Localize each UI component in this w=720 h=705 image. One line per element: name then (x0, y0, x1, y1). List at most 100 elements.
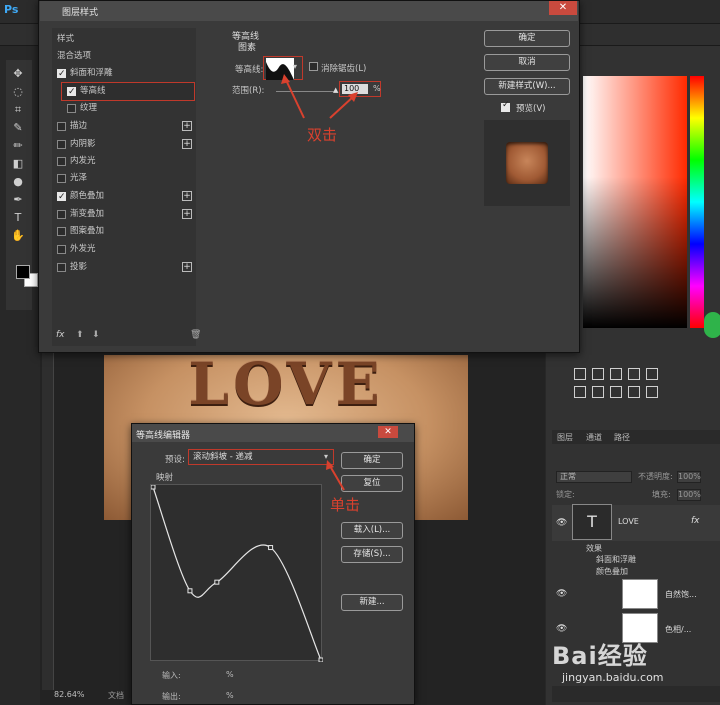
add-icon[interactable]: + (182, 191, 192, 201)
effect-item[interactable]: 斜面和浮雕 (596, 554, 636, 565)
curve-control-point[interactable] (318, 657, 324, 663)
style-item-color-overlay[interactable]: 颜色叠加 + (52, 188, 196, 206)
checkbox[interactable] (57, 210, 66, 219)
add-icon[interactable]: + (182, 209, 192, 219)
eyedropper-tool-icon[interactable]: ✎ (11, 122, 25, 134)
checkbox[interactable] (57, 189, 66, 206)
style-item-outer-glow[interactable]: 外发光 (52, 241, 196, 258)
fx-button[interactable]: fx (56, 330, 65, 340)
preview-checkbox[interactable] (501, 100, 510, 112)
eye-icon[interactable]: 👁 (556, 519, 567, 528)
eye-icon[interactable]: 👁 (556, 625, 567, 634)
style-item-stroke[interactable]: 描边 + (52, 118, 196, 135)
curve-control-point[interactable] (268, 545, 274, 551)
color-balance-icon[interactable] (592, 386, 604, 398)
trash-icon[interactable]: 🗑 (190, 330, 201, 340)
contour-graph[interactable] (150, 484, 324, 663)
move-up-icon[interactable]: ⬆ (76, 330, 84, 340)
checkbox[interactable] (57, 157, 66, 166)
ok-button[interactable]: 确定 (341, 452, 403, 469)
style-item-texture[interactable]: 纹理 (62, 100, 206, 117)
effect-item[interactable]: 颜色叠加 (596, 566, 628, 577)
style-item-pattern-overlay[interactable]: 图案叠加 (52, 223, 196, 240)
layer-name: 色相/... (665, 625, 692, 634)
fill-input[interactable]: 100% (677, 489, 701, 501)
eye-icon[interactable]: 👁 (556, 590, 567, 599)
save-button[interactable]: 存储(S)... (341, 546, 403, 563)
exposure-icon[interactable] (628, 368, 640, 380)
type-tool-icon[interactable]: T (11, 212, 25, 224)
brush-tool-icon[interactable]: ✏ (11, 140, 25, 152)
add-icon[interactable]: + (182, 139, 192, 149)
opacity-input[interactable]: 100% (677, 471, 701, 483)
color-field[interactable] (583, 76, 687, 328)
channel-mixer-icon[interactable] (646, 386, 658, 398)
new-style-button[interactable]: 新建样式(W)... (484, 78, 570, 95)
dodge-tool-icon[interactable]: ● (11, 176, 25, 188)
tab-channels[interactable]: 通道 (586, 432, 602, 443)
add-icon[interactable]: + (182, 262, 192, 272)
style-item-drop-shadow[interactable]: 投影 + (52, 259, 196, 276)
style-item-satin[interactable]: 光泽 (52, 170, 196, 187)
vibrance-icon[interactable] (646, 368, 658, 380)
checkbox[interactable] (57, 174, 66, 183)
floating-green-button[interactable] (704, 312, 720, 338)
contour-curve[interactable] (152, 486, 322, 661)
add-icon[interactable]: + (182, 121, 192, 131)
levels-icon[interactable] (592, 368, 604, 380)
lasso-tool-icon[interactable]: ◌ (11, 86, 25, 98)
tab-paths[interactable]: 路径 (614, 432, 630, 443)
dialog-titlebar[interactable] (40, 1, 578, 21)
curve-control-point[interactable] (214, 579, 220, 585)
layer-fx-badge[interactable]: fx (691, 516, 700, 526)
hue-slider[interactable] (690, 76, 704, 328)
blend-options-item[interactable]: 混合选项 (52, 48, 196, 65)
style-item-inner-shadow[interactable]: 内阴影 + (52, 136, 196, 153)
eraser-tool-icon[interactable]: ◧ (11, 158, 25, 170)
move-down-icon[interactable]: ⬇ (92, 330, 100, 340)
layer-name: LOVE (618, 517, 639, 526)
preset-select[interactable]: 滚动斜坡 - 递减 (188, 449, 334, 465)
checkbox[interactable] (57, 122, 66, 131)
brightness-icon[interactable] (574, 368, 586, 380)
curves-icon[interactable] (610, 368, 622, 380)
reset-button[interactable]: 复位 (341, 475, 403, 492)
style-item-bevel-emboss[interactable]: 斜面和浮雕 (52, 65, 196, 83)
range-slider-handle[interactable]: ▲ (333, 86, 338, 94)
cancel-button[interactable]: 取消 (484, 54, 570, 71)
crop-tool-icon[interactable]: ⌗ (11, 104, 25, 116)
range-input[interactable]: 100 (342, 84, 368, 94)
style-item-inner-glow[interactable]: 内发光 (52, 153, 196, 170)
style-item-gradient-overlay[interactable]: 渐变叠加 + (52, 206, 196, 223)
tab-layers[interactable]: 图层 (557, 432, 573, 443)
checkbox[interactable] (57, 66, 66, 83)
black-white-icon[interactable] (610, 386, 622, 398)
chevron-down-icon[interactable]: ▾ (293, 62, 297, 71)
load-button[interactable]: 载入(L)... (341, 522, 403, 539)
blend-mode-select[interactable]: 正常 (556, 471, 632, 483)
fill-label: 填充: (652, 490, 671, 499)
range-slider[interactable] (276, 91, 336, 92)
antialias-checkbox[interactable] (309, 62, 318, 71)
checkbox[interactable] (67, 104, 76, 113)
style-item-contour[interactable]: 等高线 (61, 82, 195, 101)
photo-filter-icon[interactable] (628, 386, 640, 398)
curve-control-point[interactable] (187, 588, 193, 594)
close-icon[interactable]: ✕ (378, 426, 398, 438)
move-tool-icon[interactable]: ✥ (11, 68, 25, 80)
checkbox[interactable] (67, 84, 76, 101)
new-button[interactable]: 新建... (341, 594, 403, 611)
hand-tool-icon[interactable]: ✋ (11, 230, 25, 242)
pen-tool-icon[interactable]: ✒ (11, 194, 25, 206)
contour-curve-svg[interactable] (150, 484, 324, 663)
foreground-color-swatch[interactable] (16, 265, 30, 279)
close-icon[interactable]: ✕ (549, 1, 577, 15)
checkbox[interactable] (57, 263, 66, 272)
checkbox[interactable] (57, 227, 66, 236)
checkbox[interactable] (57, 245, 66, 254)
hue-saturation-icon[interactable] (574, 386, 586, 398)
chevron-down-icon[interactable]: ▾ (324, 452, 328, 461)
curve-control-point[interactable] (150, 484, 156, 490)
ok-button[interactable]: 确定 (484, 30, 570, 47)
checkbox[interactable] (57, 140, 66, 149)
